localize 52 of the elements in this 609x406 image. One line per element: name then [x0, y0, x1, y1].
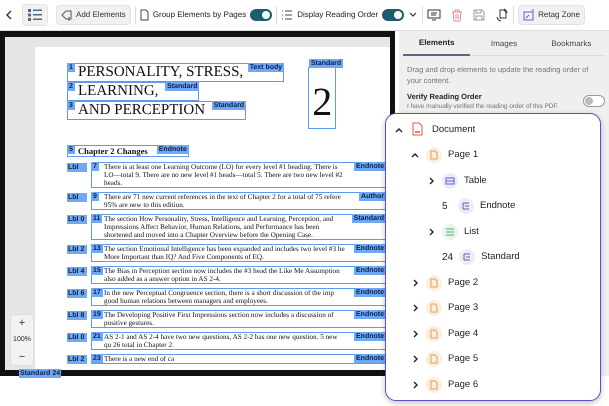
- tree-item[interactable]: Page 6: [448, 378, 478, 392]
- tab[interactable]: Bookmarks: [538, 31, 605, 56]
- section-heading: Chapter 2 Changes: [78, 146, 148, 156]
- tree-item[interactable]: Table: [464, 174, 487, 188]
- note-icon: [458, 198, 474, 214]
- list-view-button[interactable]: [22, 4, 48, 26]
- back-icon[interactable]: [4, 9, 14, 21]
- heading-text: LEARNING,: [78, 83, 158, 99]
- zoom-out-button[interactable]: −: [11, 349, 33, 365]
- save-icon[interactable]: [473, 9, 486, 21]
- retag-zone-button[interactable]: Retag Zone: [518, 5, 585, 25]
- toggle-switch[interactable]: [583, 95, 605, 108]
- rotate-document-icon[interactable]: [495, 8, 510, 22]
- document-icon: [140, 9, 149, 21]
- tree-item[interactable]: Page 4: [448, 326, 478, 341]
- tag-plus-icon: [61, 9, 73, 21]
- tree-item[interactable]: Page 3: [448, 301, 478, 316]
- tree-item[interactable]: Document: [432, 122, 476, 137]
- tree-item[interactable]: Standard: [481, 250, 520, 264]
- toggle-label: Display Reading Order: [297, 9, 378, 21]
- page-icon: [426, 300, 442, 316]
- tab[interactable]: Images: [470, 31, 538, 56]
- item-count: 24: [442, 250, 454, 265]
- retag-zone-icon: [523, 9, 536, 21]
- table-icon: [442, 172, 458, 189]
- page-number: 2: [312, 79, 332, 124]
- page-icon: [426, 376, 442, 393]
- toggle-switch[interactable]: [382, 9, 404, 21]
- tree-item[interactable]: List: [464, 224, 479, 239]
- zoom-in-button[interactable]: +: [11, 314, 33, 330]
- page-icon: [426, 351, 442, 368]
- note-icon: [459, 249, 476, 266]
- add-elements-button[interactable]: Add Elements: [56, 5, 131, 25]
- tree-item[interactable]: Page 5: [448, 352, 478, 366]
- list-icon: [442, 224, 458, 240]
- chevron-down-icon[interactable]: [408, 11, 418, 19]
- trash-icon[interactable]: [451, 8, 464, 22]
- toggle-label: Group Elements by Pages: [152, 9, 246, 21]
- item-count: 5: [442, 200, 449, 214]
- page-icon: [426, 326, 442, 342]
- list-icon: [27, 8, 43, 22]
- tree-item[interactable]: Page 1: [448, 148, 478, 162]
- tree-item[interactable]: Page 2: [448, 276, 478, 290]
- page-icon: [426, 147, 442, 164]
- heading-text: AND PERCEPTION: [78, 102, 206, 118]
- heading-text: PERSONALITY, STRESS,: [78, 64, 244, 80]
- toggle-switch[interactable]: [250, 9, 272, 21]
- tab[interactable]: Elements: [403, 31, 470, 56]
- tree-item[interactable]: Endnote: [480, 199, 516, 214]
- page-icon: [426, 274, 442, 291]
- numbered-list-icon: [281, 9, 294, 21]
- comment-icon[interactable]: [427, 9, 442, 21]
